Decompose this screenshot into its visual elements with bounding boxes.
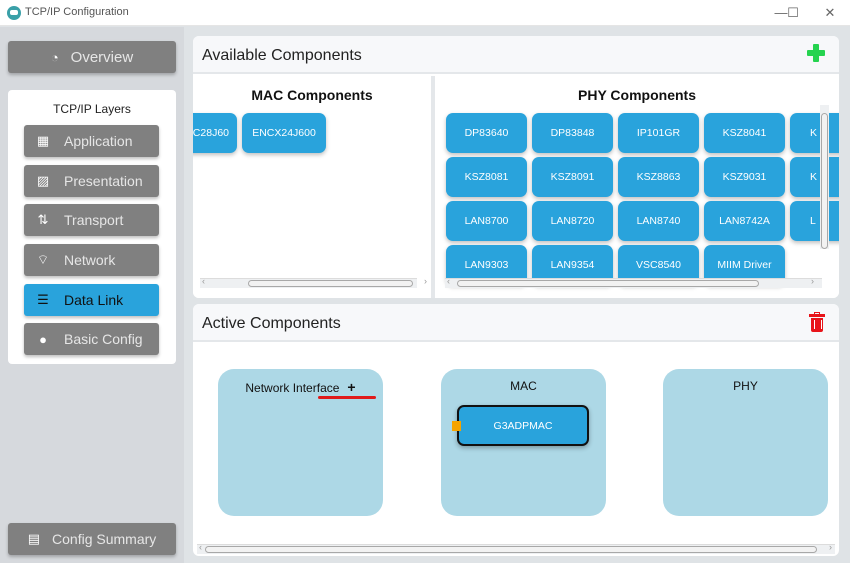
mac-components-title: MAC Components <box>251 87 373 103</box>
layer-label: Basic Config <box>64 331 143 347</box>
server-icon: ☰ <box>37 292 49 307</box>
mac-horizontal-scrollbar[interactable]: ‹ › <box>200 276 427 288</box>
layer-transport-button[interactable]: ⇅ Transport <box>24 204 159 236</box>
title-bar: TCP/IP Configuration — ☐ ✕ <box>0 0 850 26</box>
slot-title: MAC <box>510 379 537 393</box>
layer-label: Network <box>64 252 116 268</box>
component-card[interactable]: DP83848 <box>532 113 613 153</box>
wifi-icon: ⌔ <box>36 252 50 267</box>
layer-label: Application <box>64 133 133 149</box>
slot-phy: PHY <box>663 369 828 516</box>
overview-label: Overview <box>70 48 134 66</box>
component-card[interactable]: K <box>790 113 839 153</box>
dashboard-icon: ◔ <box>50 49 59 65</box>
layers-title: TCP/IP Layers <box>53 102 131 116</box>
slot-mac: MAC G3ADPMAC <box>441 369 606 516</box>
component-card[interactable]: LAN8700 <box>446 201 527 241</box>
phy-horizontal-scrollbar[interactable]: ‹ › <box>445 276 822 288</box>
active-header: Active Components <box>193 304 839 342</box>
component-card[interactable]: KSZ8863 <box>618 157 699 197</box>
layer-presentation-button[interactable]: ▨ Presentation <box>24 165 159 197</box>
maximize-button[interactable]: ☐ <box>778 4 808 22</box>
slot-title: Network Interface + <box>218 379 383 395</box>
phy-components-section: PHY Components DP83640 DP83848 IP101GR KSZ8… <box>435 76 839 298</box>
layer-label: Presentation <box>64 173 143 189</box>
active-horizontal-scrollbar[interactable]: ‹ › <box>197 542 835 554</box>
window-title: TCP/IP Configuration <box>25 6 129 18</box>
app-logo-icon <box>7 6 21 20</box>
component-card[interactable]: LAN8742A <box>704 201 785 241</box>
arrows-updown-icon: ⇅ <box>37 212 49 227</box>
slot-network-interface: Network Interface + <box>218 369 383 516</box>
slot-title-text: Network Interface <box>245 381 340 395</box>
globe-icon: ● <box>39 331 47 347</box>
image-icon: ▨ <box>36 173 50 188</box>
connection-port[interactable] <box>452 421 461 431</box>
available-title: Available Components <box>202 47 362 64</box>
component-card[interactable]: KSZ8091 <box>532 157 613 197</box>
layer-network-button[interactable]: ⌔ Network <box>24 244 159 276</box>
phy-components-title: PHY Components <box>578 87 696 103</box>
overview-button[interactable]: ◔ Overview <box>8 41 176 73</box>
config-summary-button[interactable]: ▤ Config Summary <box>8 523 176 555</box>
tcpip-layers-card: TCP/IP Layers ▦ Application ▨ Presentati… <box>8 90 176 364</box>
component-card[interactable]: KSZ8081 <box>446 157 527 197</box>
grid-icon: ▦ <box>36 133 50 148</box>
component-card[interactable]: LAN8740 <box>618 201 699 241</box>
phy-vertical-scrollbar[interactable] <box>820 105 829 249</box>
close-button[interactable]: ✕ <box>815 4 845 22</box>
component-card[interactable]: IP101GR <box>618 113 699 153</box>
add-network-interface-icon[interactable]: + <box>347 379 355 395</box>
active-title: Active Components <box>202 315 341 332</box>
available-components-panel: Available Components MAC Components ENC2… <box>193 36 839 298</box>
component-card[interactable]: KSZ9031 <box>704 157 785 197</box>
component-card[interactable]: ENCX24J600 <box>242 113 326 153</box>
layer-application-button[interactable]: ▦ Application <box>24 125 159 157</box>
layer-datalink-button[interactable]: ☰ Data Link <box>24 284 159 316</box>
mac-components-section: MAC Components ENC28J60 ENCX24J600 ‹ › <box>193 76 431 298</box>
highlight-underline <box>318 396 376 399</box>
config-summary-label: Config Summary <box>52 531 157 547</box>
component-card[interactable]: ENC28J60 <box>193 113 237 153</box>
trash-icon[interactable] <box>809 312 825 332</box>
layer-label: Transport <box>64 212 124 228</box>
component-card[interactable]: KSZ8041 <box>704 113 785 153</box>
slot-title: PHY <box>733 379 758 393</box>
layer-label: Data Link <box>64 292 124 308</box>
component-card[interactable]: K <box>790 157 839 197</box>
active-components-panel: Active Components Network Interface + MAC… <box>193 304 839 556</box>
list-icon: ▤ <box>27 531 41 546</box>
component-card[interactable]: L <box>790 201 839 241</box>
sidebar: ◔ Overview TCP/IP Layers ▦ Application ▨… <box>0 27 184 563</box>
layer-basic-config-button[interactable]: ● Basic Config <box>24 323 159 355</box>
available-header: Available Components <box>193 36 839 74</box>
component-card[interactable]: LAN8720 <box>532 201 613 241</box>
component-card[interactable]: DP83640 <box>446 113 527 153</box>
active-component-card[interactable]: G3ADPMAC <box>457 405 589 446</box>
plus-icon[interactable] <box>807 44 825 62</box>
